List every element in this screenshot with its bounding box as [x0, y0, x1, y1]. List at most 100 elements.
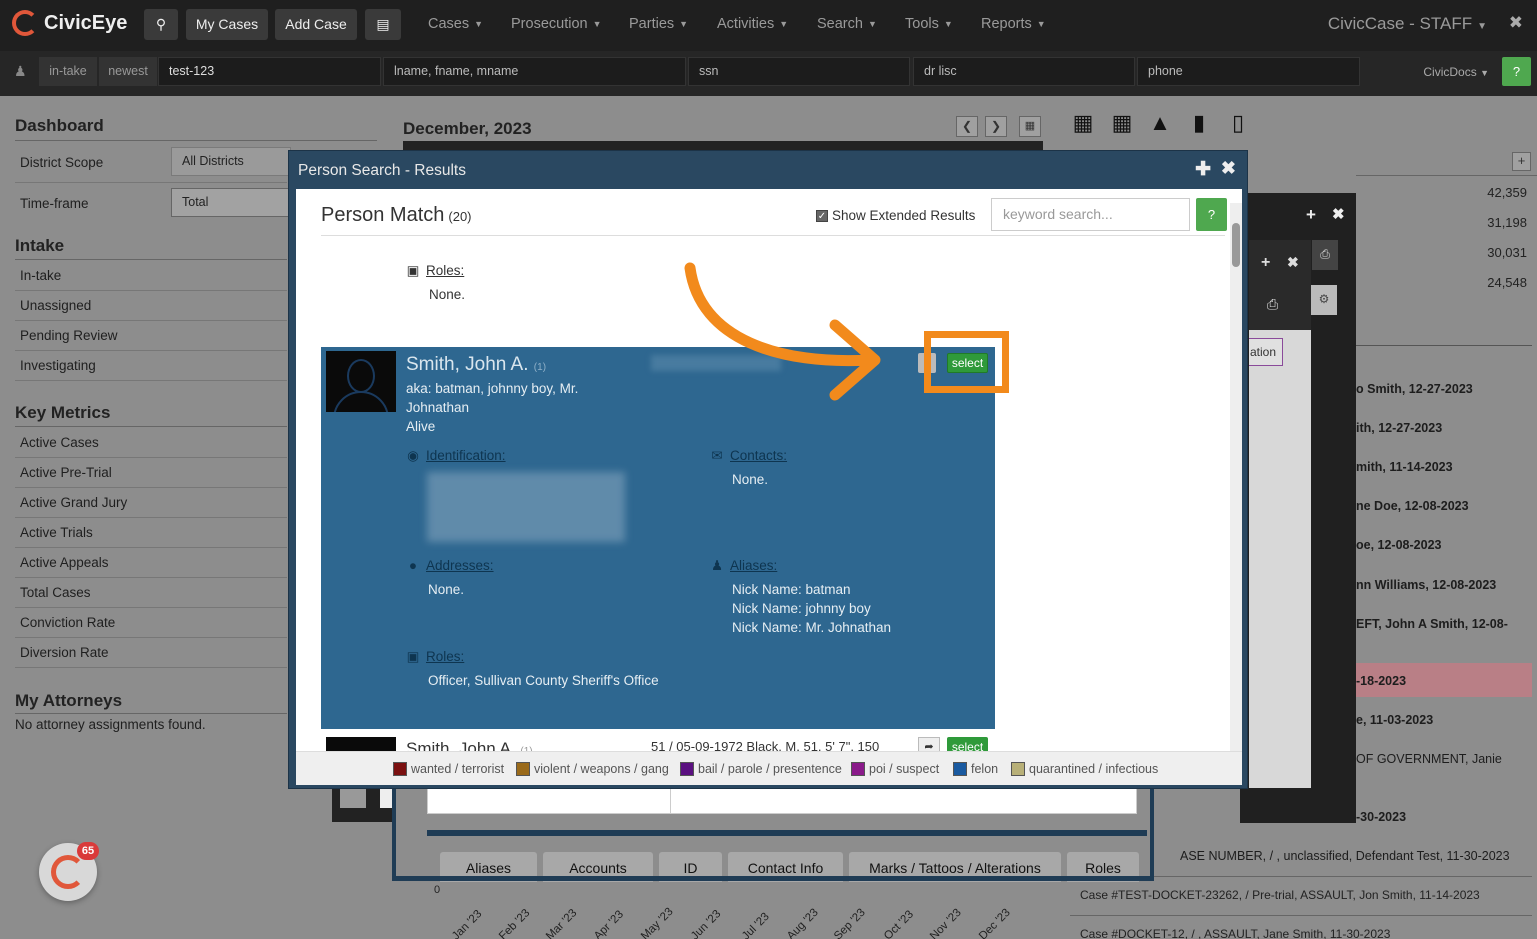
- legend-swatch: [516, 762, 530, 776]
- intake-item[interactable]: In-take: [20, 268, 61, 283]
- recent-case-item[interactable]: ith, 12-27-2023: [1356, 421, 1442, 435]
- aliases-label[interactable]: ♟ Aliases:: [710, 558, 777, 574]
- case-search-input[interactable]: test-123: [158, 57, 381, 86]
- recent-case-item[interactable]: Case #DOCKET-12, / , ASSAULT, Jane Smith…: [1080, 927, 1390, 939]
- logo-text: CivicEye: [44, 11, 128, 34]
- recent-case-item[interactable]: o Smith, 12-27-2023: [1356, 382, 1473, 396]
- menu-search[interactable]: Search ▼: [817, 16, 877, 32]
- recent-case-item[interactable]: e, 11-03-2023: [1356, 713, 1433, 727]
- legend-item: bail / parole / presentence: [680, 762, 842, 776]
- district-scope-select[interactable]: All Districts: [171, 147, 291, 176]
- menu-tools[interactable]: Tools ▼: [905, 16, 953, 32]
- intake-item[interactable]: Unassigned: [20, 298, 91, 313]
- divider: [1356, 345, 1532, 346]
- show-extended-checkbox[interactable]: ✓ Show Extended Results: [816, 208, 975, 223]
- metric-item[interactable]: Conviction Rate: [20, 615, 115, 630]
- menu-prosecution[interactable]: Prosecution ▼: [511, 16, 602, 32]
- next-month-button[interactable]: ❯: [985, 116, 1007, 137]
- close-icon[interactable]: ✖: [1287, 254, 1299, 271]
- recent-case-item[interactable]: oe, 12-08-2023: [1356, 538, 1441, 552]
- keyword-search-input[interactable]: keyword search...: [991, 198, 1190, 231]
- roles-label[interactable]: ▣ Roles:: [406, 263, 465, 279]
- add-panel-button[interactable]: +: [1512, 152, 1531, 171]
- book-icon[interactable]: ▯: [1226, 111, 1250, 135]
- attorneys-empty-text: No attorney assignments found.: [15, 717, 206, 732]
- recent-case-item[interactable]: nn Williams, 12-08-2023: [1356, 578, 1496, 592]
- recent-case-item[interactable]: Case #TEST-DOCKET-23262, / Pre-trial, AS…: [1080, 888, 1480, 902]
- caret-down-icon: ▼: [592, 19, 602, 30]
- recent-case-item[interactable]: -30-2023: [1356, 810, 1406, 824]
- scrollbar[interactable]: [1230, 203, 1242, 751]
- my-cases-button[interactable]: My Cases: [186, 9, 268, 40]
- action-button[interactable]: ation: [1249, 338, 1283, 366]
- caret-down-icon: ▼: [943, 19, 953, 30]
- divider: [15, 667, 287, 668]
- district-scope-label: District Scope: [20, 155, 104, 170]
- metric-item[interactable]: Total Cases: [20, 585, 91, 600]
- identification-label[interactable]: ◉ Identification:: [406, 448, 505, 464]
- metric-item[interactable]: Diversion Rate: [20, 645, 109, 660]
- person-name[interactable]: Smith, John A. (1): [406, 354, 546, 376]
- addresses-label[interactable]: ● Addresses:: [406, 558, 494, 573]
- gear-icon[interactable]: ⚙: [1311, 285, 1337, 315]
- recent-case-item[interactable]: mith, 11-14-2023: [1356, 460, 1453, 474]
- recent-case-item[interactable]: OF GOVERNMENT, Janie: [1356, 752, 1502, 766]
- help-button[interactable]: ?: [1502, 57, 1531, 86]
- timeframe-select[interactable]: Total: [171, 188, 291, 217]
- menu-reports[interactable]: Reports ▼: [981, 16, 1046, 32]
- close-icon[interactable]: ✖: [1332, 205, 1345, 223]
- contacts-label[interactable]: ✉ Contacts:: [710, 448, 787, 464]
- civicdocs-menu[interactable]: CivicDocs ▼: [1423, 65, 1489, 79]
- menu-cases[interactable]: Cases ▼: [428, 16, 483, 32]
- print-icon[interactable]: ⎙: [1312, 240, 1338, 270]
- intake-item[interactable]: Pending Review: [20, 328, 118, 343]
- legend-bar: wanted / terrorist violent / weapons / ga…: [296, 751, 1242, 785]
- intake-title: Intake: [15, 236, 65, 255]
- close-icon[interactable]: ✖: [1509, 13, 1523, 33]
- intake-item[interactable]: Investigating: [20, 358, 96, 373]
- search-icon-button[interactable]: ⚲: [144, 9, 178, 40]
- scrollbar-thumb[interactable]: [1232, 223, 1240, 267]
- menu-label: Prosecution: [511, 16, 588, 32]
- menu-activities[interactable]: Activities ▼: [717, 16, 788, 32]
- add-case-button[interactable]: Add Case: [275, 9, 357, 40]
- intake-filter-button[interactable]: in-take: [39, 57, 97, 86]
- recent-case-item[interactable]: EFT, John A Smith, 12-08-: [1356, 617, 1508, 631]
- caret-down-icon: ▼: [474, 19, 484, 30]
- metric-item[interactable]: Active Cases: [20, 435, 99, 450]
- legend-swatch: [393, 762, 407, 776]
- menu-label: Tools: [905, 16, 939, 32]
- list-icon-button[interactable]: ▤: [365, 9, 401, 40]
- roles-label[interactable]: ▣ Roles:: [406, 649, 465, 665]
- map-icon[interactable]: ▲: [1148, 111, 1172, 135]
- calendar-picker-button[interactable]: ▦: [1019, 116, 1041, 137]
- close-icon[interactable]: ✖: [1221, 158, 1236, 179]
- brand-menu[interactable]: CivicCase - STAFF ▼: [1328, 14, 1487, 34]
- caret-down-icon: ▼: [1480, 68, 1489, 78]
- calendar-icon[interactable]: ▦: [1110, 111, 1134, 135]
- menu-parties[interactable]: Parties ▼: [629, 16, 688, 32]
- recent-case-item[interactable]: ASE NUMBER, / , unclassified, Defendant …: [1180, 849, 1510, 863]
- plus-icon[interactable]: ✚: [1195, 158, 1211, 181]
- recent-case-item[interactable]: ne Doe, 12-08-2023: [1356, 499, 1469, 513]
- briefcase-icon: ▣: [406, 649, 420, 664]
- name-search-input[interactable]: lname, fname, mname: [383, 57, 686, 86]
- app-logo[interactable]: CivicEye: [12, 10, 127, 36]
- recent-case-item[interactable]: -18-2023: [1356, 674, 1406, 688]
- metric-item[interactable]: Active Pre-Trial: [20, 465, 112, 480]
- drlisc-search-input[interactable]: dr lisc: [913, 57, 1135, 86]
- plus-icon[interactable]: +: [1306, 205, 1316, 225]
- phone-search-input[interactable]: phone: [1137, 57, 1360, 86]
- ssn-search-input[interactable]: ssn: [688, 57, 910, 86]
- newest-filter-button[interactable]: newest: [99, 57, 157, 86]
- metric-item[interactable]: Active Grand Jury: [20, 495, 127, 510]
- document-icon[interactable]: ▮: [1187, 111, 1211, 135]
- print-icon[interactable]: ⎙: [1267, 296, 1278, 313]
- modal-header: Person Search - Results: [289, 151, 1247, 189]
- plus-icon[interactable]: +: [1261, 254, 1270, 272]
- metric-item[interactable]: Active Trials: [20, 525, 93, 540]
- metric-item[interactable]: Active Appeals: [20, 555, 109, 570]
- prev-month-button[interactable]: ❮: [956, 116, 978, 137]
- help-button[interactable]: ?: [1196, 198, 1227, 231]
- calculator-icon[interactable]: ▦: [1071, 111, 1095, 135]
